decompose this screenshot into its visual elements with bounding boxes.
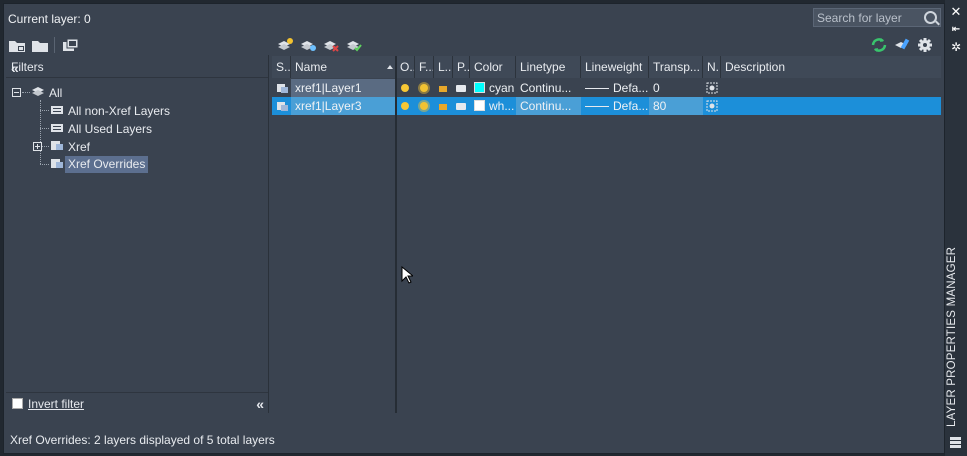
new-layer-icon[interactable] [276,37,294,53]
new-layer-vp-frozen-icon[interactable] [299,37,317,53]
sun-thawed-icon[interactable] [420,102,428,110]
col-transparency[interactable]: Transp... [649,56,703,78]
layer-lineweight[interactable]: Defa... [581,79,649,97]
new-vp-freeze-icon[interactable] [706,82,718,94]
search-placeholder: Search for layer [817,11,902,25]
col-freeze[interactable]: F... [415,56,434,78]
layer-linetype[interactable]: Continu... [516,97,581,115]
lineweight-sample [585,88,609,89]
search-icon[interactable] [924,11,937,24]
close-icon[interactable]: ✕ [949,5,963,19]
sort-ascending-icon [387,65,393,69]
layer-grid: S.. Name O.. F... L... P... Color Linety… [272,56,941,413]
filter-icon [50,103,64,115]
col-lock[interactable]: L... [434,56,453,78]
filter-xref[interactable]: Xref [68,139,90,155]
filter-all-non-xref[interactable]: All non-Xref Layers [68,103,170,119]
unlocked-icon[interactable] [439,86,447,92]
col-status[interactable]: S.. [272,56,291,78]
auto-hide-icon[interactable]: ⇤ [949,23,963,37]
filters-header: Filters « [6,55,268,78]
mouse-cursor-icon [401,265,415,287]
layer-name[interactable]: xref1|Layer1 [291,79,396,97]
palette-title: LAYER PROPERTIES MANAGER [946,246,958,427]
color-name: wh... [489,99,515,113]
tree-connector [22,92,30,93]
color-swatch [474,100,485,111]
refresh-icon[interactable] [870,37,888,53]
col-new-vp-freeze[interactable]: N.. [703,56,721,78]
filter-all[interactable]: All [49,85,62,101]
xref-layer-status-icon [276,100,289,112]
toolbar-divider [54,37,55,53]
col-color[interactable]: Color [470,56,516,78]
tree-connector [40,128,49,129]
layer-row-selected[interactable]: xref1|Layer3 wh... Continu... Defa... 80 [272,97,941,115]
layer-linetype[interactable]: Continu... [516,79,581,97]
new-property-filter-icon[interactable] [8,37,26,53]
tree-collapse-icon[interactable] [12,88,21,97]
lineweight-sample [585,106,609,107]
printer-icon[interactable] [456,103,466,110]
printer-icon[interactable] [456,85,466,92]
frozen-column-divider[interactable] [395,56,397,413]
col-lineweight[interactable]: Lineweight [581,56,649,78]
layer-row[interactable]: xref1|Layer1 cyan Continu... Defa... 0 [272,79,941,97]
layer-states-manager-icon[interactable] [62,37,80,53]
col-description[interactable]: Description [721,56,941,78]
layer-transparency[interactable]: 80 [649,97,703,115]
new-vp-freeze-icon[interactable] [706,100,718,112]
layer-color[interactable]: cyan [470,79,516,97]
collapse-icon[interactable]: « [256,396,264,412]
status-bar-text: Xref Overrides: 2 layers displayed of 5 … [10,433,275,447]
collapse-filters-icon[interactable]: « [11,60,264,76]
current-layer-label: Current layer: 0 [8,12,91,26]
lightbulb-on-icon[interactable] [401,102,409,110]
invert-filter-bar: Invert filter « [6,392,268,414]
col-name[interactable]: Name [291,56,396,78]
layer-color[interactable]: wh... [470,97,516,115]
all-layers-icon [31,85,45,97]
layer-name[interactable]: xref1|Layer3 [291,97,396,115]
filter-all-used[interactable]: All Used Layers [68,121,152,137]
xref-layer-status-icon [276,82,289,94]
gear-icon[interactable] [916,37,934,53]
filter-xref-overrides[interactable]: Xref Overrides [65,156,149,173]
col-linetype[interactable]: Linetype [516,56,581,78]
set-current-icon[interactable] [345,37,363,53]
lightbulb-on-icon[interactable] [401,84,409,92]
layer-settings-icon[interactable] [893,37,911,53]
col-on[interactable]: O.. [396,56,415,78]
xref-icon [50,157,64,169]
color-name: cyan [489,81,515,95]
sun-thawed-icon[interactable] [420,84,428,92]
lineweight-value: Defa... [613,99,649,113]
layer-lineweight[interactable]: Defa... [581,97,649,115]
unlocked-icon[interactable] [439,104,447,110]
delete-layer-icon[interactable] [322,37,340,53]
tree-connector [42,146,49,147]
xref-icon [50,139,64,151]
lineweight-value: Defa... [613,81,649,95]
new-group-filter-icon[interactable] [31,37,49,53]
invert-filter-label[interactable]: Invert filter [28,397,84,411]
color-swatch [474,82,485,93]
layer-states-icon[interactable] [948,436,963,450]
layer-transparency[interactable]: 0 [649,79,703,97]
palette-title-bar: ✕ ⇤ ✲ LAYER PROPERTIES MANAGER [945,0,967,456]
search-layer-input[interactable]: Search for layer [813,8,941,27]
tree-connector [40,164,49,165]
properties-icon[interactable]: ✲ [949,40,963,54]
col-plot[interactable]: P... [453,56,470,78]
tree-expand-icon[interactable] [33,142,42,151]
invert-filter-checkbox[interactable] [12,398,23,409]
tree-connector [40,110,49,111]
filter-icon [50,121,64,133]
